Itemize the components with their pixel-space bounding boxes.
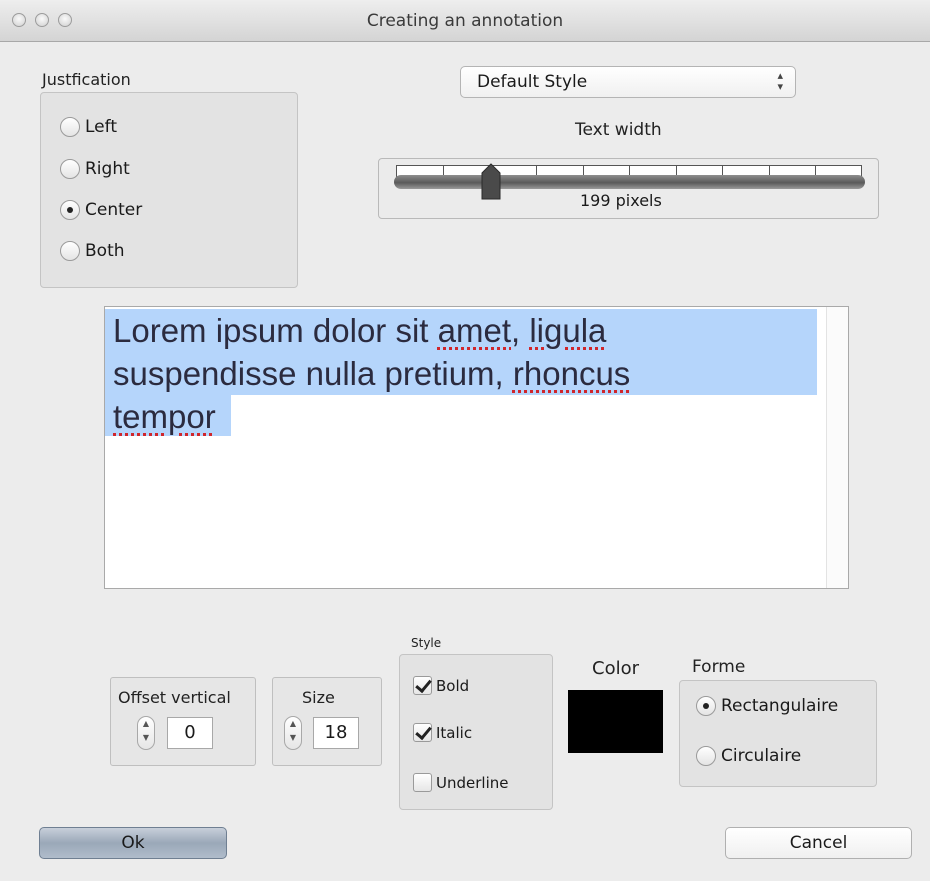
offset-vertical-field[interactable]: 0	[167, 717, 213, 749]
italic-checkbox[interactable]	[413, 723, 432, 742]
cancel-button[interactable]: Cancel	[725, 827, 912, 859]
text-width-readout: 199 pixels	[580, 191, 662, 210]
radio-both-label: Both	[85, 241, 125, 261]
radio-circulaire[interactable]	[696, 746, 716, 766]
forme-label: Forme	[692, 657, 746, 677]
style-label: Style	[411, 636, 442, 650]
radio-circulaire-label: Circulaire	[721, 746, 802, 766]
justification-center-option[interactable]: Center	[60, 200, 142, 220]
color-label: Color	[592, 658, 639, 679]
size-field[interactable]: 18	[313, 717, 359, 749]
offset-vertical-label: Offset vertical	[118, 688, 231, 707]
text-line-1: Lorem ipsum dolor sit amet, ligula	[113, 312, 607, 349]
underline-checkbox[interactable]	[413, 773, 432, 792]
updown-arrows-icon: ▴ ▾	[777, 69, 783, 93]
size-stepper[interactable]: ▲ ▼	[284, 716, 302, 750]
radio-left[interactable]	[60, 117, 80, 137]
justification-both-option[interactable]: Both	[60, 241, 125, 261]
radio-center-label: Center	[85, 200, 143, 220]
bold-checkbox[interactable]	[413, 676, 432, 695]
text-width-label: Text width	[575, 120, 662, 140]
offset-vertical-stepper[interactable]: ▲ ▼	[137, 716, 155, 750]
bold-label: Bold	[436, 676, 470, 695]
style-popup-button[interactable]: Default Style ▴ ▾	[460, 66, 796, 98]
radio-right[interactable]	[60, 159, 80, 179]
underline-label: Underline	[436, 773, 509, 792]
radio-rectangulaire[interactable]	[696, 696, 716, 716]
text-line-2: suspendisse nulla pretium, rhoncus	[113, 355, 631, 392]
radio-left-label: Left	[85, 117, 117, 137]
bold-option[interactable]: Bold	[413, 676, 469, 695]
forme-rect-option[interactable]: Rectangulaire	[696, 696, 838, 716]
radio-rectangulaire-label: Rectangulaire	[721, 696, 839, 716]
window-title: Creating an annotation	[366, 11, 564, 31]
italic-option[interactable]: Italic	[413, 723, 472, 742]
justification-label: Justfication	[42, 70, 131, 89]
size-label: Size	[302, 688, 335, 707]
justification-right-option[interactable]: Right	[60, 159, 130, 179]
style-popup-value: Default Style	[477, 72, 588, 92]
ok-button[interactable]: Ok	[39, 827, 227, 859]
text-line-3: tempor	[113, 398, 216, 435]
radio-right-label: Right	[85, 159, 130, 179]
forme-circ-option[interactable]: Circulaire	[696, 746, 801, 766]
text-width-slider-track[interactable]	[394, 175, 865, 189]
justification-left-option[interactable]: Left	[60, 117, 117, 137]
text-width-slider-thumb[interactable]	[480, 163, 502, 203]
radio-both[interactable]	[60, 241, 80, 261]
underline-option[interactable]: Underline	[413, 773, 508, 792]
title-bar: Creating an annotation	[0, 0, 930, 42]
italic-label: Italic	[436, 723, 473, 742]
color-well[interactable]	[568, 690, 663, 753]
annotation-text-area[interactable]: Lorem ipsum dolor sit amet, ligula suspe…	[104, 306, 849, 589]
text-area-scrollbar[interactable]	[826, 307, 848, 588]
radio-center[interactable]	[60, 200, 80, 220]
